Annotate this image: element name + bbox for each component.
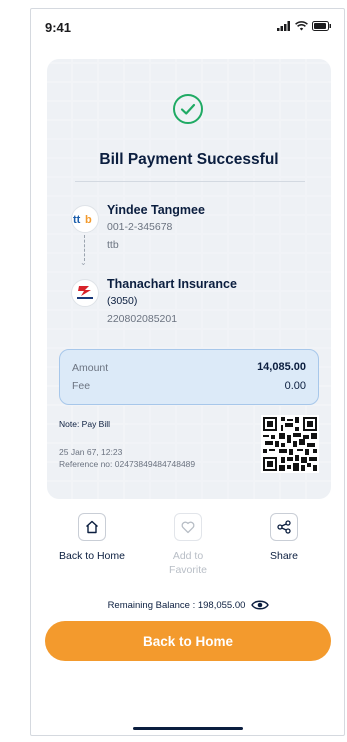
- chevron-down-icon: ⌄: [80, 258, 87, 267]
- favorite-button[interactable]: [174, 513, 202, 541]
- svg-text:tt: tt: [73, 214, 81, 225]
- favorite-action-label: Add to Favorite: [143, 549, 233, 577]
- reference-number: Reference no: 02473849484748489: [59, 459, 196, 469]
- remaining-balance: Remaining Balance : 198,055.00: [31, 599, 346, 611]
- eye-icon[interactable]: [251, 599, 270, 611]
- home-icon: [86, 520, 98, 534]
- check-circle-icon: [173, 94, 203, 124]
- home-action-label: Back to Home: [59, 550, 125, 562]
- biller-reference: 220802085201: [107, 313, 178, 325]
- favorite-label-line-2: Favorite: [169, 564, 207, 576]
- fee-label: Fee: [72, 380, 91, 392]
- signal-icon: [277, 21, 290, 31]
- amount-summary: Amount 14,085.00 Fee 0.00: [59, 349, 319, 405]
- thanachart-logo-mark: [77, 286, 93, 299]
- biller-code: (3050): [107, 295, 138, 307]
- amount-label: Amount: [72, 362, 109, 374]
- back-to-home-action[interactable]: Back to Home: [47, 513, 137, 563]
- amount-value: 14,085.00: [257, 361, 306, 373]
- home-indicator: [133, 727, 243, 730]
- fee-value: 0.00: [284, 380, 306, 392]
- battery-icon: [312, 21, 331, 31]
- thanachart-insurance-logo: [71, 279, 99, 307]
- payer-name: Yindee Tangmee: [107, 203, 205, 217]
- home-button[interactable]: [78, 513, 106, 541]
- share-icon: [277, 520, 291, 534]
- biller-name: Thanachart Insurance: [107, 277, 237, 291]
- favorite-label-line-1: Add to: [172, 550, 204, 562]
- payer-account: 001-2-345678: [107, 221, 173, 233]
- ttb-logo-mark: tt b: [73, 214, 92, 225]
- remaining-balance-text: Remaining Balance : 198,055.00: [107, 599, 246, 611]
- status-bar: 9:41: [31, 9, 346, 43]
- share-button[interactable]: [270, 513, 298, 541]
- receipt-card: Bill Payment Successful tt b Yindee Tang…: [47, 59, 331, 499]
- payment-note: Note: Pay Bill: [59, 419, 111, 429]
- share-action-label: Share: [269, 550, 299, 562]
- svg-text:b: b: [85, 214, 92, 225]
- phone-screen: 9:41 Bill Payment Successful tt b Yindee…: [30, 8, 345, 736]
- share-action[interactable]: Share: [239, 513, 329, 563]
- qr-code[interactable]: [261, 415, 319, 473]
- payer-bank: ttb: [107, 239, 119, 251]
- divider: [75, 181, 305, 182]
- ttb-logo: tt b: [71, 205, 99, 233]
- heart-icon: [181, 521, 195, 534]
- status-time: 9:41: [45, 20, 72, 35]
- page-title: Bill Payment Successful: [99, 151, 279, 168]
- status-icons: [277, 21, 332, 31]
- back-to-home-button[interactable]: Back to Home: [45, 621, 331, 661]
- wifi-icon: [295, 21, 308, 31]
- transaction-datetime: 25 Jan 67, 12:23: [59, 447, 123, 457]
- add-to-favorite-action[interactable]: Add to Favorite: [143, 513, 233, 577]
- action-bar: Back to Home Add to Favorite Share: [31, 513, 346, 583]
